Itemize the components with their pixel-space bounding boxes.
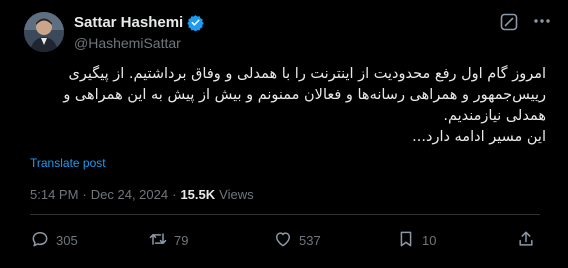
bookmark-count: 10: [422, 233, 437, 248]
action-bar: 305 79 537 10: [30, 229, 540, 251]
grok-icon[interactable]: [500, 13, 518, 31]
reply-icon: [30, 229, 50, 252]
more-icon[interactable]: [532, 11, 552, 31]
author-name-row: Sattar Hashemi: [74, 14, 204, 32]
views-label[interactable]: Views: [219, 187, 253, 202]
post-time[interactable]: 5:14 PM: [30, 187, 78, 202]
post-card: Sattar Hashemi @HashemiSattar امروز گام …: [0, 0, 568, 268]
post-line: همدلی نیازمندیم.: [443, 108, 546, 124]
repost-icon: [148, 229, 168, 252]
views-count[interactable]: 15.5K: [180, 187, 215, 202]
post-text: امروز گام اول رفع محدودیت از اینترنت را …: [26, 64, 546, 148]
translate-post-link[interactable]: Translate post: [30, 156, 106, 170]
bookmark-icon: [396, 229, 416, 252]
like-button[interactable]: 537: [273, 229, 321, 252]
like-icon: [273, 229, 293, 252]
meta-separator: ·: [172, 187, 177, 202]
repost-button[interactable]: 79: [148, 229, 188, 252]
share-button[interactable]: [516, 229, 536, 252]
author-name[interactable]: Sattar Hashemi: [74, 14, 183, 31]
post-date[interactable]: Dec 24, 2024: [91, 187, 168, 202]
like-count: 537: [299, 233, 321, 248]
post-line: امروز گام اول رفع محدودیت از اینترنت را …: [68, 66, 546, 82]
divider: [30, 214, 540, 215]
post-line: رییس‌جمهور و همراهی رسانه‌ها و فعالان مم…: [63, 87, 546, 103]
avatar[interactable]: [24, 12, 64, 52]
repost-count: 79: [174, 233, 189, 248]
reply-button[interactable]: 305: [30, 229, 78, 252]
meta-separator: ·: [82, 187, 87, 202]
bookmark-button[interactable]: 10: [396, 229, 436, 252]
author-handle[interactable]: @HashemiSattar: [74, 35, 181, 51]
post-meta: 5:14 PM · Dec 24, 2024 · 15.5K Views: [30, 187, 254, 202]
share-icon: [516, 229, 536, 252]
verified-badge-icon: [187, 14, 204, 32]
reply-count: 305: [56, 233, 78, 248]
post-line: این مسیر ادامه دارد...: [412, 129, 546, 145]
